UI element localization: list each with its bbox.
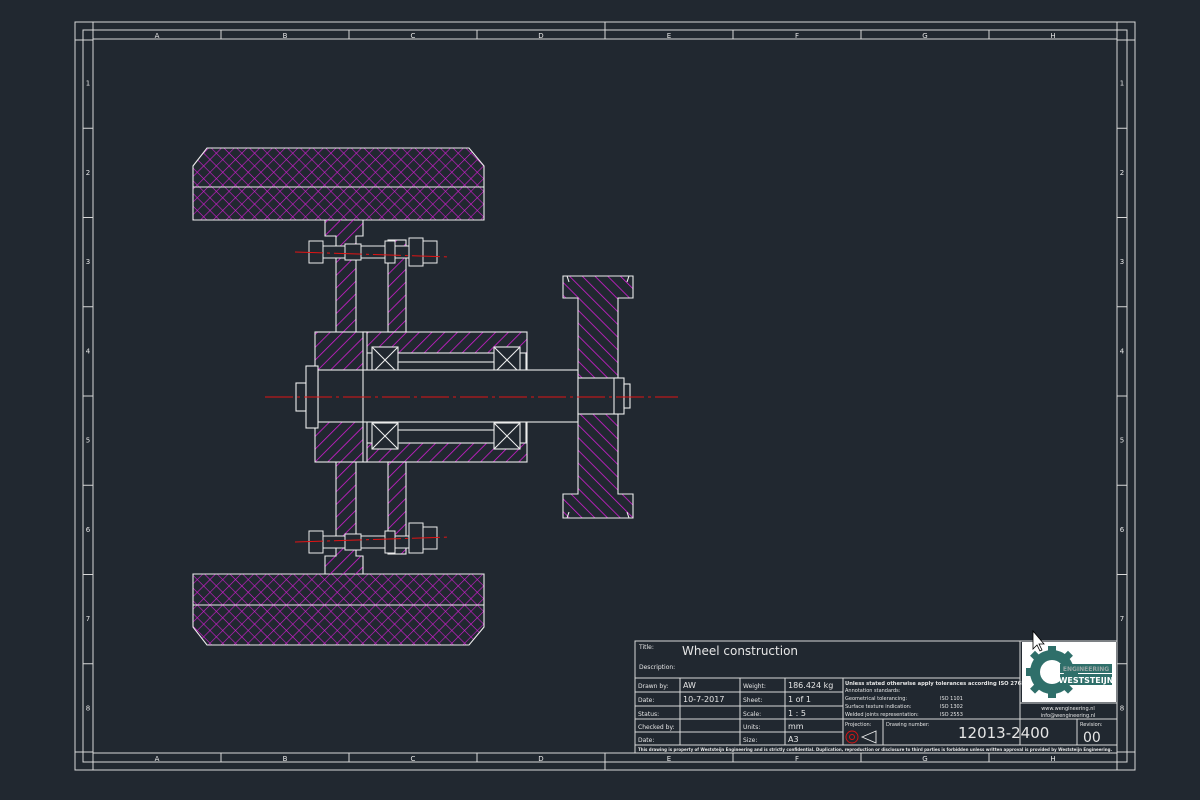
revision-label: Revision: [1080,722,1103,728]
zone-label-row-right: 7 [1120,615,1124,623]
bolt-head-bottom-left [308,530,324,554]
projection-symbol-icon [845,730,877,744]
zone-label-col-top: B [283,32,288,40]
zone-label-col-top: D [538,32,543,40]
washer-bottom-b [384,530,396,554]
zone-label-row-right: 6 [1120,526,1125,534]
drawn-by-value: AW [683,681,696,690]
zone-label-col-bottom: G [922,755,927,763]
zone-label-row-right: 8 [1120,704,1124,712]
flange-nut-a [613,377,625,415]
zone-label-row-right: 1 [1120,80,1124,88]
bolt-head-top-left [308,240,324,264]
scale-value: 1 : 5 [788,709,806,718]
standard-label-2: Surface texture indication: [845,704,912,710]
zone-label-row-left: 7 [86,615,90,623]
zone-label-col-top: A [155,32,160,40]
zone-label-row-left: 3 [86,258,90,266]
zone-label-col-top: C [411,32,416,40]
flange-nut-b [623,383,631,409]
standard-value-3: ISO 2553 [940,712,963,718]
logo-text: WESTSTEIJN [1059,676,1114,685]
standard-value-2: ISO 1302 [940,704,963,710]
confidentiality-footer: This drawing is property of Weststeijn E… [638,747,1112,753]
zone-label-col-bottom: C [411,755,416,763]
flange-bore [577,377,619,415]
zone-label-row-left: 6 [86,526,91,534]
zone-label-row-right: 3 [1120,258,1124,266]
zone-label-col-bottom: A [155,755,160,763]
zone-label-row-left: 8 [86,704,90,712]
web-left-bottom [324,461,364,574]
technical-drawing: A A B B C C D D E E F F G G H H 1 1 2 2 3 3 4 4 5 5 6 6 7 7 8 8 [74,21,1136,771]
wheel-part-top [192,147,485,333]
zone-label-col-bottom: D [538,755,543,763]
description-label: Description: [639,664,675,671]
zone-label-row-left: 4 [86,347,91,355]
zone-label-row-right: 4 [1120,347,1125,355]
zone-label-row-left: 1 [86,80,90,88]
drawing-title: Wheel construction [682,644,798,658]
size-value: A3 [788,735,799,744]
tire-section-bottom [192,573,485,646]
date2-label: Date: [638,737,654,744]
zone-label-row-left: 2 [86,169,90,177]
standards-heading: Annotation standards: [845,688,901,694]
zone-label-col-bottom: B [283,755,288,763]
tolerance-note: Unless stated otherwise apply tolerances… [845,681,1035,687]
title-block: Title: Wheel construction Description: D… [634,640,1118,754]
standard-value-1: ISO 1101 [940,696,963,702]
zone-label-col-bottom: H [1050,755,1055,763]
zone-label-col-top: H [1050,32,1055,40]
sheet-label: Sheet: [743,697,762,704]
washer-top-b [384,240,396,264]
flange-upper [562,275,634,379]
sheet-value: 1 of 1 [788,695,811,704]
weight-value: 186.424 kg [788,681,833,690]
web-left-top [324,220,364,333]
tire-section-top [192,147,485,221]
washer-bottom-a [344,533,362,551]
email: info@wengineering.nl [1041,713,1096,719]
units-label: Units: [743,724,760,731]
company-logo: ENGINEERING WESTSTEIJN [1022,642,1116,702]
units-value: mm [788,722,804,731]
date-label: Date: [638,697,654,704]
nut-top-b [422,240,438,264]
zone-label-row-right: 2 [1120,169,1124,177]
standard-label-1: Geometrical tolerancing: [845,696,907,702]
revision-value: 00 [1083,730,1101,746]
zone-label-col-bottom: E [667,755,671,763]
scale-label: Scale: [743,711,761,718]
zone-label-col-bottom: F [795,755,799,763]
axle [317,369,579,423]
zone-label-row-left: 5 [86,437,90,445]
zone-label-col-top: F [795,32,799,40]
zone-label-col-top: G [922,32,927,40]
washer-top-a [344,243,362,261]
website: www.wengineering.nl [1041,706,1095,712]
weight-label: Weight: [743,683,766,690]
drawing-number-label: Drawing number: [886,722,930,728]
standard-label-3: Welded joints representation: [845,712,919,718]
drawing-number: 12013-2400 [958,724,1049,742]
zone-label-col-top: E [667,32,671,40]
flange-lower [562,413,634,519]
nut-top [408,237,424,267]
wheel-part-bottom [192,461,485,646]
logo-subtext: ENGINEERING [1063,666,1109,673]
size-label: Size: [743,737,757,744]
projection-label: Projection: [845,722,872,728]
zone-label-row-right: 5 [1120,437,1124,445]
title-label: Title: [638,644,654,651]
date-value: 10-7-2017 [683,695,724,704]
status-label: Status: [638,711,659,718]
drawn-by-label: Drawn by: [638,683,668,690]
checked-by-label: Checked by: [638,724,675,731]
